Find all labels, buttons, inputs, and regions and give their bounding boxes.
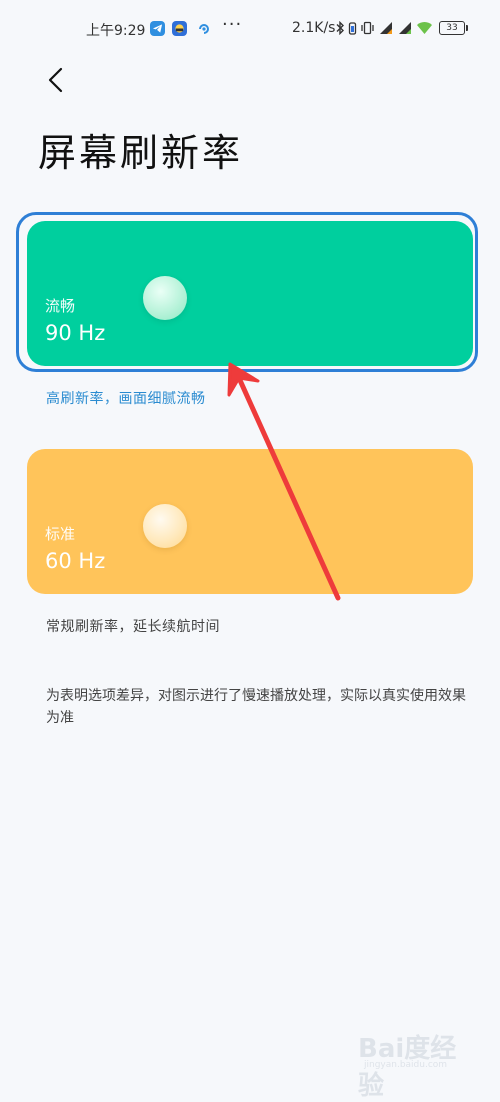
signal-hd-icon-2 (399, 22, 411, 34)
option-rate: 90 Hz (45, 321, 106, 345)
sync-icon (196, 21, 211, 36)
vibrate-icon (361, 21, 374, 35)
bluetooth-icon (336, 21, 344, 35)
back-button[interactable] (40, 64, 72, 96)
option-description-90hz: 高刷新率，画面细腻流畅 (46, 391, 206, 407)
watermark-logo: Bai度经验 jingyan.baidu.com (358, 1028, 478, 1101)
watermark-url: jingyan.baidu.com (364, 1060, 448, 1070)
more-notifications-icon: ··· (222, 14, 243, 35)
footnote: 为表明选项差异，对图示进行了慢速播放处理，实际以真实使用效果为准 (46, 688, 466, 726)
battery-icon: 33 (439, 21, 468, 35)
signal-hd-icon-1 (380, 22, 392, 34)
back-arrow-icon (48, 67, 63, 93)
telegram-icon (150, 21, 165, 36)
preview-ball (143, 504, 187, 548)
option-label: 标准 (45, 525, 76, 543)
app-notification-icon (172, 21, 187, 36)
preview-ball (143, 276, 187, 320)
option-label: 流畅 (45, 297, 76, 315)
page-title: 屏幕刷新率 (38, 131, 244, 175)
refresh-option-60hz[interactable]: 标准 60 Hz (27, 449, 473, 594)
status-bar: 上午9:29 ··· 2.1K/s 33 (0, 0, 500, 58)
option-description-60hz: 常规刷新率，延长续航时间 (46, 619, 220, 635)
refresh-option-90hz[interactable]: 流畅 90 Hz (27, 221, 473, 366)
status-icons: 33 (336, 18, 468, 38)
alarm-battery-icon (348, 22, 357, 35)
wifi-icon (417, 22, 432, 34)
network-speed: 2.1K/s (292, 20, 336, 36)
option-rate: 60 Hz (45, 549, 106, 573)
status-time: 上午9:29 (86, 23, 146, 39)
